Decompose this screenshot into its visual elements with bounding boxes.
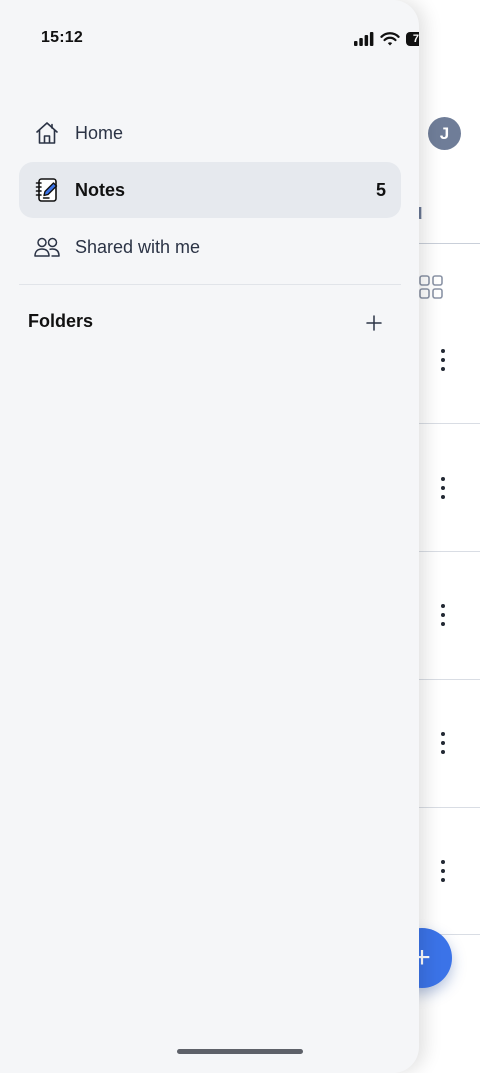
home-icon: [33, 119, 61, 147]
note-menu-icon[interactable]: [436, 858, 448, 884]
user-avatar[interactable]: J: [428, 117, 461, 150]
note-menu-icon[interactable]: [436, 347, 448, 373]
wifi-icon: [380, 31, 400, 45]
nav-label-home: Home: [75, 122, 124, 143]
note-menu-icon[interactable]: [436, 730, 448, 756]
add-folder-button[interactable]: [362, 311, 386, 335]
cellular-signal-icon: [354, 32, 374, 46]
note-menu-icon[interactable]: [436, 475, 448, 501]
drawer-nav: Home Notes 5 Shared with me: [19, 105, 401, 276]
nav-item-home[interactable]: Home: [19, 105, 401, 161]
navigation-drawer: 15:12 70 Home: [0, 0, 419, 1073]
battery-level: 70: [412, 33, 419, 45]
nav-item-shared-with-me[interactable]: Shared with me: [19, 219, 401, 275]
plus-icon: [366, 315, 382, 331]
battery-icon: 70: [406, 32, 419, 46]
status-time: 15:12: [41, 29, 83, 46]
drawer-divider: [19, 284, 401, 285]
nav-label-shared-with-me: Shared with me: [75, 236, 201, 257]
people-icon: [33, 233, 61, 261]
status-icons: 70: [354, 30, 419, 48]
home-indicator[interactable]: [177, 1049, 303, 1054]
notes-icon: [33, 176, 61, 204]
note-menu-icon[interactable]: [436, 602, 448, 628]
grid-view-icon[interactable]: [419, 275, 443, 299]
notes-count-badge: 5: [375, 179, 386, 200]
nav-label-notes: Notes: [75, 179, 126, 200]
nav-item-notes[interactable]: Notes 5: [19, 162, 401, 218]
folders-heading: Folders: [28, 311, 94, 331]
